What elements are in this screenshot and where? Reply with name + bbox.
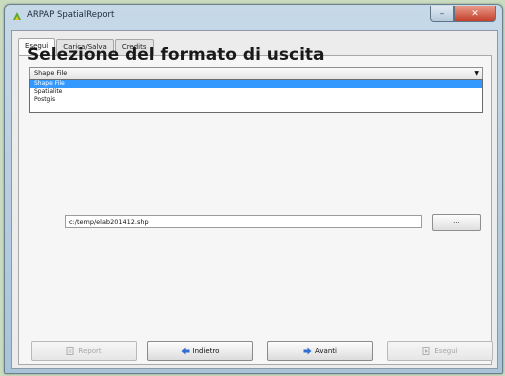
caption-buttons: – ✕ [430,6,496,22]
back-button-label: Indietro [192,347,220,355]
browse-button[interactable]: ... [432,214,481,231]
app-logo-icon [13,12,21,20]
format-dropdown-list: Shape File Spatialite Postgis [29,79,483,113]
report-icon [66,347,74,355]
dropdown-option-postgis[interactable]: Postgis [30,96,482,104]
format-combobox-value: Shape File [34,69,68,77]
close-button[interactable]: ✕ [454,6,496,22]
dropdown-option-spatialite[interactable]: Spatialite [30,88,482,96]
next-button[interactable]: Avanti [267,341,373,361]
window-title: ARPAP SpatialReport [27,10,115,20]
run-button-label: Esegui [434,347,458,355]
app-window: ARPAP SpatialReport – ✕ Esegui Carica/Sa… [4,4,503,374]
title-bar[interactable]: ARPAP SpatialReport – ✕ [5,5,502,29]
report-button-label: Report [78,347,102,355]
run-icon [422,347,430,355]
minimize-button[interactable]: – [430,6,454,22]
dropdown-option-shape-file[interactable]: Shape File [30,80,482,88]
chevron-down-icon[interactable]: ▼ [474,70,479,77]
minimize-icon: – [439,8,445,19]
arrow-right-icon [303,347,312,355]
next-button-label: Avanti [315,347,337,355]
close-icon: ✕ [471,8,479,19]
arrow-left-icon [181,347,190,355]
back-button[interactable]: Indietro [147,341,253,361]
page-title: Selezione del formato di uscita [27,45,325,65]
run-button[interactable]: Esegui [387,341,493,361]
output-path-input[interactable]: c:/temp/elab201412.shp [65,215,422,228]
report-button[interactable]: Report [31,341,137,361]
